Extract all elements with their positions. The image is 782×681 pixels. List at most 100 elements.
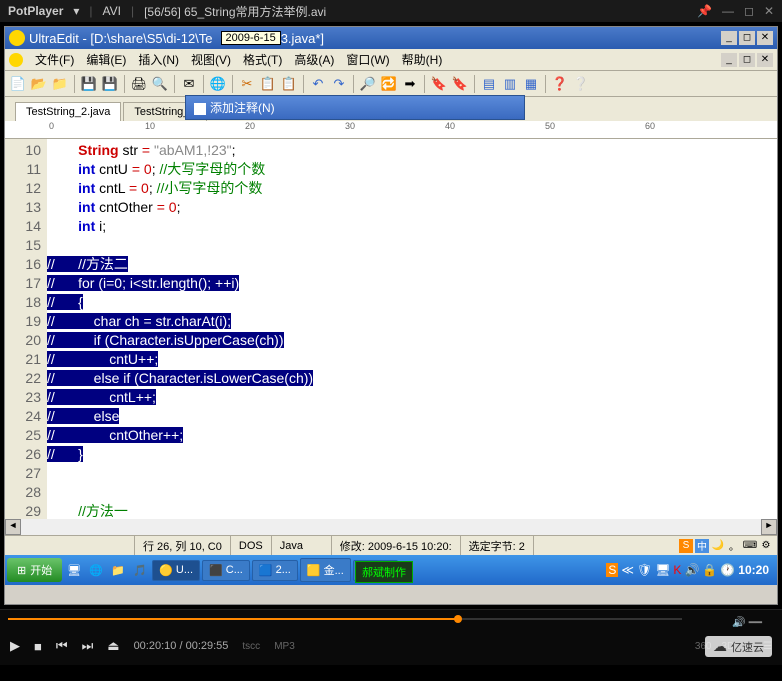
taskbar-cmd[interactable]: ⬛C... bbox=[202, 560, 250, 581]
save-icon[interactable]: 💾 bbox=[80, 75, 98, 93]
eject-button[interactable]: ⏏ bbox=[107, 638, 119, 654]
new-icon[interactable]: 📄 bbox=[9, 75, 27, 93]
pin-icon[interactable]: 📌 bbox=[697, 4, 712, 18]
taskbar-jin[interactable]: 🟨金... bbox=[300, 558, 351, 582]
menu-view[interactable]: 视图(V) bbox=[185, 49, 237, 70]
minimize-button[interactable]: — bbox=[722, 4, 734, 18]
tray-clock-icon[interactable]: 🕐 bbox=[720, 563, 735, 577]
video-format: AVI bbox=[103, 4, 121, 18]
system-tray: S ≪ 🛡 🖥 K 🔊 🔒 🕐 10:20 bbox=[606, 563, 775, 577]
undo-icon[interactable]: ↶ bbox=[309, 75, 327, 93]
redo-icon[interactable]: ↷ bbox=[330, 75, 348, 93]
save-as-icon[interactable]: 💾 bbox=[101, 75, 119, 93]
tile-v-icon[interactable]: ▥ bbox=[501, 75, 519, 93]
help-icon[interactable]: ❓ bbox=[551, 75, 569, 93]
tray-arrows-icon[interactable]: ≪ bbox=[621, 563, 634, 577]
video-codec: tscc bbox=[242, 641, 260, 652]
tray-shield-icon[interactable]: 🛡 bbox=[637, 563, 652, 577]
replace-icon[interactable]: 🔁 bbox=[380, 75, 398, 93]
seek-progress bbox=[8, 618, 458, 620]
preview-icon[interactable]: 🔍 bbox=[151, 75, 169, 93]
ql-ie-icon[interactable]: 🌐 bbox=[86, 560, 106, 580]
ime-s-icon[interactable]: S bbox=[679, 539, 693, 553]
taskbar-tooltip: 郝斌制作 bbox=[355, 561, 413, 583]
editor-area[interactable]: 1011121314151617181920212223242526272829… bbox=[5, 139, 777, 519]
menu-edit[interactable]: 编辑(E) bbox=[80, 49, 132, 70]
paste-icon[interactable]: 📋 bbox=[280, 75, 298, 93]
doc-maximize-button[interactable]: ◻ bbox=[739, 53, 755, 67]
cut-icon[interactable]: ✂ bbox=[238, 75, 256, 93]
ime-zhong-icon[interactable]: 中 bbox=[695, 539, 709, 553]
play-button[interactable]: ▶ bbox=[10, 638, 20, 654]
tray-safe-icon[interactable]: 🔒 bbox=[702, 563, 717, 577]
windows-logo-icon: ⊞ bbox=[17, 564, 26, 577]
scroll-track[interactable] bbox=[21, 519, 761, 535]
goto-icon[interactable]: ➡ bbox=[401, 75, 419, 93]
cascade-icon[interactable]: ▦ bbox=[522, 75, 540, 93]
document-tabs: TestString_2.java TestString_3 添加注释(N) bbox=[5, 97, 777, 121]
close-doc-icon[interactable]: 📁 bbox=[51, 75, 69, 93]
taskbar-item2[interactable]: 🟦2... bbox=[252, 560, 298, 581]
menu-file[interactable]: 文件(F) bbox=[29, 49, 80, 70]
taskbar-ultraedit[interactable]: 🟡U... bbox=[152, 560, 200, 581]
code-content[interactable]: String str = "abAM1,!23"; int cntU = 0; … bbox=[47, 139, 777, 519]
prev-button[interactable]: ⏮ bbox=[56, 638, 68, 654]
comment-icon bbox=[194, 103, 206, 115]
doc-minimize-button[interactable]: _ bbox=[721, 53, 737, 67]
bookmark-next-icon[interactable]: 🔖 bbox=[451, 75, 469, 93]
web-icon[interactable]: 🌐 bbox=[209, 75, 227, 93]
video-title: [56/56] 65_String常用方法举例.avi bbox=[144, 3, 326, 20]
tray-display-icon[interactable]: 🖥 bbox=[655, 563, 670, 577]
ql-explorer-icon[interactable]: 📁 bbox=[108, 560, 128, 580]
potplayer-logo: PotPlayer bbox=[8, 4, 63, 18]
ue-minimize-button[interactable]: _ bbox=[721, 31, 737, 45]
potplayer-menu-chevron[interactable]: ▾ bbox=[73, 4, 79, 18]
menu-format[interactable]: 格式(T) bbox=[237, 49, 288, 70]
about-icon[interactable]: ❔ bbox=[572, 75, 590, 93]
ue-maximize-button[interactable]: ◻ bbox=[739, 31, 755, 45]
copy-icon[interactable]: 📋 bbox=[259, 75, 277, 93]
selected-line-25: // cntOther++; bbox=[47, 427, 183, 443]
doc-close-button[interactable]: ✕ bbox=[757, 53, 773, 67]
toolbar: 📄 📂 📁 💾 💾 🖨 🔍 ✉ 🌐 ✂ 📋 📋 ↶ ↷ 🔎 🔁 ➡ 🔖 🔖 ▤ … bbox=[5, 71, 777, 97]
ql-media-icon[interactable]: 🎵 bbox=[130, 560, 150, 580]
start-button[interactable]: ⊞ 开始 bbox=[7, 558, 62, 582]
scroll-left-icon[interactable]: ◄ bbox=[5, 519, 21, 535]
tray-s-icon[interactable]: S bbox=[606, 563, 618, 577]
time-display: 00:20:10 / 00:29:55 bbox=[134, 640, 229, 652]
menu-advanced[interactable]: 高级(A) bbox=[288, 49, 340, 70]
tab-teststring2[interactable]: TestString_2.java bbox=[15, 102, 121, 121]
next-button[interactable]: ⏭ bbox=[82, 638, 94, 654]
menu-window[interactable]: 窗口(W) bbox=[340, 49, 395, 70]
menu-insert[interactable]: 插入(N) bbox=[132, 49, 185, 70]
ue-close-button[interactable]: ✕ bbox=[757, 31, 773, 45]
ultraedit-icon bbox=[9, 30, 25, 46]
stop-button[interactable]: ■ bbox=[34, 639, 42, 654]
app-icon bbox=[9, 53, 23, 67]
seek-bar[interactable]: 🔊 ━━ bbox=[0, 609, 782, 627]
print-icon[interactable]: 🖨 bbox=[130, 75, 148, 93]
find-icon[interactable]: 🔎 bbox=[359, 75, 377, 93]
ultraedit-titlebar: UltraEdit - [D:\share\S5\di-12\Te 2009-6… bbox=[5, 27, 777, 49]
maximize-button[interactable]: ◻ bbox=[744, 4, 754, 18]
bookmark-icon[interactable]: 🔖 bbox=[430, 75, 448, 93]
ime-settings-icon[interactable]: ⚙ bbox=[759, 539, 773, 553]
tray-volume-icon[interactable]: 🔊 bbox=[684, 563, 699, 577]
scroll-right-icon[interactable]: ► bbox=[761, 519, 777, 535]
selected-line-17: // for (i=0; i<str.length(); ++i) bbox=[47, 275, 239, 291]
menu-help[interactable]: 帮助(H) bbox=[396, 49, 449, 70]
ime-moon-icon[interactable]: 🌙 bbox=[711, 539, 725, 553]
selected-line-26: // } bbox=[47, 446, 83, 462]
close-button[interactable]: ✕ bbox=[764, 4, 774, 18]
open-icon[interactable]: 📂 bbox=[30, 75, 48, 93]
seek-thumb[interactable] bbox=[454, 615, 462, 623]
mail-icon[interactable]: ✉ bbox=[180, 75, 198, 93]
menu-bar: 文件(F) 编辑(E) 插入(N) 视图(V) 格式(T) 高级(A) 窗口(W… bbox=[5, 49, 777, 71]
tray-k-icon[interactable]: K bbox=[673, 563, 681, 577]
ime-keyboard-icon[interactable]: ⌨ bbox=[743, 539, 757, 553]
selected-line-23: // cntL++; bbox=[47, 389, 156, 405]
horizontal-scrollbar[interactable]: ◄ ► bbox=[5, 519, 777, 535]
ql-desktop-icon[interactable]: 🖥 bbox=[64, 560, 84, 580]
tray-clock[interactable]: 10:20 bbox=[738, 563, 769, 577]
tile-h-icon[interactable]: ▤ bbox=[480, 75, 498, 93]
